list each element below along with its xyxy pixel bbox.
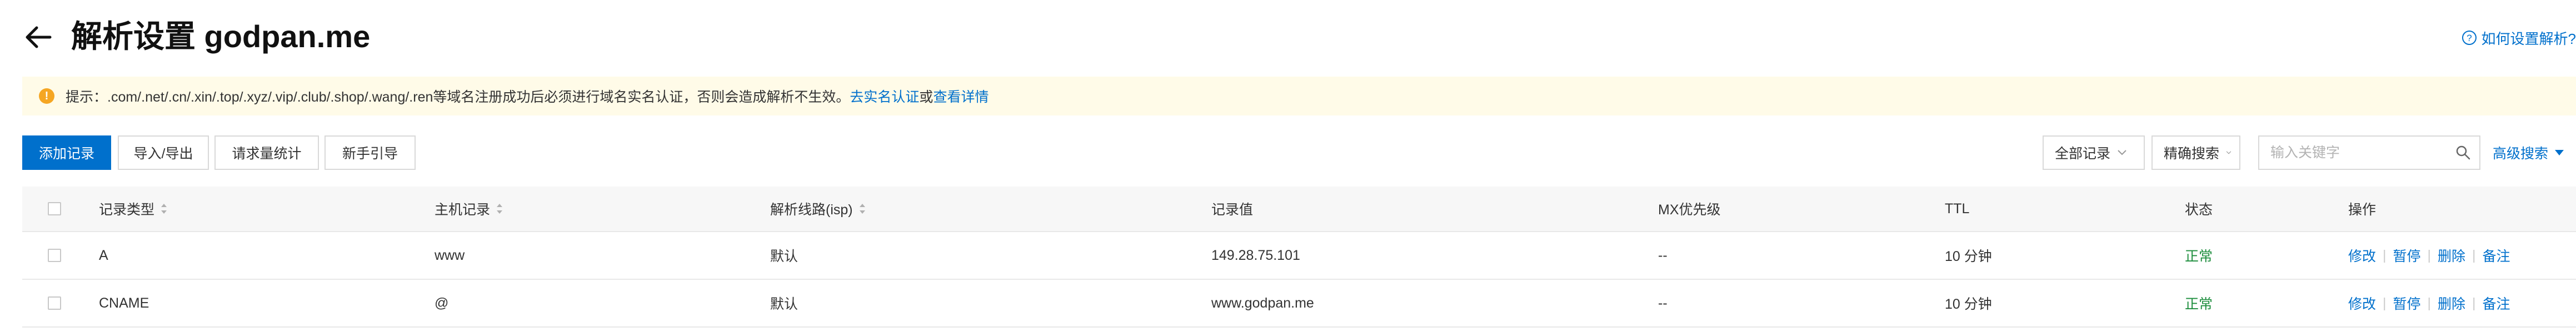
separator: |: [2383, 295, 2387, 311]
note-link[interactable]: 备注: [2483, 293, 2510, 313]
chevron-down-icon: [2118, 150, 2126, 155]
search-input[interactable]: [2269, 144, 2449, 162]
ttl-value: 10 分钟: [1945, 249, 1992, 264]
table-row: CNAME @ 默认 www.godpan.me -- 10 分钟 正常 修改 |…: [22, 280, 2576, 328]
record-type: A: [99, 247, 108, 263]
column-header-mx: MX优先级: [1658, 202, 1721, 218]
notice-banner: ! 提示：.com/.net/.cn/.xin/.top/.xyz/.vip/.…: [22, 77, 2576, 115]
toolbar: 添加记录 导入/导出 请求量统计 新手引导 全部记录 精确搜索 高级搜索: [22, 135, 2576, 172]
caret-down-icon: [2555, 150, 2564, 155]
svg-text:?: ?: [2467, 33, 2472, 43]
separator: |: [2472, 247, 2476, 263]
pause-link[interactable]: 暂停: [2393, 293, 2421, 313]
guide-button[interactable]: 新手引导: [325, 135, 416, 170]
column-header-label: 记录类型: [99, 202, 155, 218]
row-checkbox[interactable]: [48, 249, 61, 262]
column-header-label: 解析线路(isp): [770, 202, 853, 218]
add-record-button[interactable]: 添加记录: [22, 135, 111, 170]
delete-link[interactable]: 删除: [2438, 293, 2465, 313]
column-header-status: 状态: [2185, 202, 2213, 218]
sort-icon: [497, 204, 503, 214]
column-header-type[interactable]: 记录类型: [99, 187, 168, 231]
separator: |: [2427, 295, 2432, 311]
column-header-host[interactable]: 主机记录: [435, 187, 503, 231]
record-value: 149.28.75.101: [1211, 247, 1300, 263]
mx-priority: --: [1658, 247, 1668, 263]
dns-records-table: 记录类型 主机记录 解析线路(isp) 记录值 MX优先级 TTL 状态 操作 …: [22, 187, 2576, 328]
mx-priority: --: [1658, 295, 1668, 311]
notice-or: 或: [919, 89, 933, 105]
back-arrow-icon[interactable]: [22, 21, 54, 53]
import-export-button[interactable]: 导入/导出: [118, 135, 209, 170]
row-actions: 修改 | 暂停 | 删除 | 备注: [2348, 232, 2510, 279]
separator: |: [2427, 247, 2432, 263]
verify-link[interactable]: 去实名认证: [850, 86, 919, 106]
select-all-checkbox[interactable]: [48, 202, 61, 215]
sort-icon: [859, 204, 865, 214]
advanced-search-toggle[interactable]: 高级搜索: [2493, 135, 2565, 170]
column-header-label: 主机记录: [435, 202, 491, 218]
search-mode-select[interactable]: 精确搜索: [2151, 135, 2240, 170]
page-header: 解析设置 godpan.me ? 如何设置解析?: [0, 0, 2576, 72]
status-badge: 正常: [2185, 296, 2213, 312]
search-box: [2258, 135, 2480, 170]
host-record: @: [435, 295, 449, 311]
ttl-value: 10 分钟: [1945, 296, 1992, 312]
host-record: www: [435, 247, 465, 263]
details-link[interactable]: 查看详情: [933, 86, 989, 106]
status-badge: 正常: [2185, 249, 2213, 264]
resolve-line: 默认: [770, 249, 798, 264]
chevron-down-icon: [2226, 151, 2231, 154]
delete-link[interactable]: 删除: [2438, 245, 2465, 265]
help-link-label: 如何设置解析?: [2481, 30, 2576, 47]
separator: |: [2472, 295, 2476, 311]
record-filter-value: 全部记录: [2055, 146, 2111, 162]
table-header-row: 记录类型 主机记录 解析线路(isp) 记录值 MX优先级 TTL 状态 操作: [22, 187, 2576, 232]
help-link[interactable]: ? 如何设置解析?: [2462, 27, 2576, 49]
record-type: CNAME: [99, 295, 149, 311]
search-icon[interactable]: [2455, 144, 2472, 161]
column-header-ops: 操作: [2348, 202, 2377, 218]
note-link[interactable]: 备注: [2483, 245, 2510, 265]
separator: |: [2383, 247, 2387, 263]
help-circle-icon: ?: [2462, 31, 2477, 45]
advanced-search-label: 高级搜索: [2493, 146, 2549, 162]
table-row: A www 默认 149.28.75.101 -- 10 分钟 正常 修改 | 暂停…: [22, 232, 2576, 280]
notice-text: 提示：.com/.net/.cn/.xin/.top/.xyz/.vip/.cl…: [66, 89, 850, 105]
request-stats-button[interactable]: 请求量统计: [214, 135, 319, 170]
edit-link[interactable]: 修改: [2348, 293, 2376, 313]
column-header-ttl: TTL: [1945, 200, 1970, 217]
warning-icon: !: [39, 88, 54, 104]
record-value: www.godpan.me: [1211, 295, 1314, 311]
resolve-line: 默认: [770, 296, 798, 312]
edit-link[interactable]: 修改: [2348, 245, 2376, 265]
column-header-line[interactable]: 解析线路(isp): [770, 187, 866, 231]
sort-icon: [161, 204, 167, 214]
row-actions: 修改 | 暂停 | 删除 | 备注: [2348, 280, 2510, 326]
page-title: 解析设置 godpan.me: [71, 19, 371, 54]
record-filter-select[interactable]: 全部记录: [2043, 135, 2145, 170]
column-header-value: 记录值: [1211, 202, 1254, 218]
pause-link[interactable]: 暂停: [2393, 245, 2421, 265]
search-mode-value: 精确搜索: [2164, 146, 2220, 162]
row-checkbox[interactable]: [48, 296, 61, 310]
